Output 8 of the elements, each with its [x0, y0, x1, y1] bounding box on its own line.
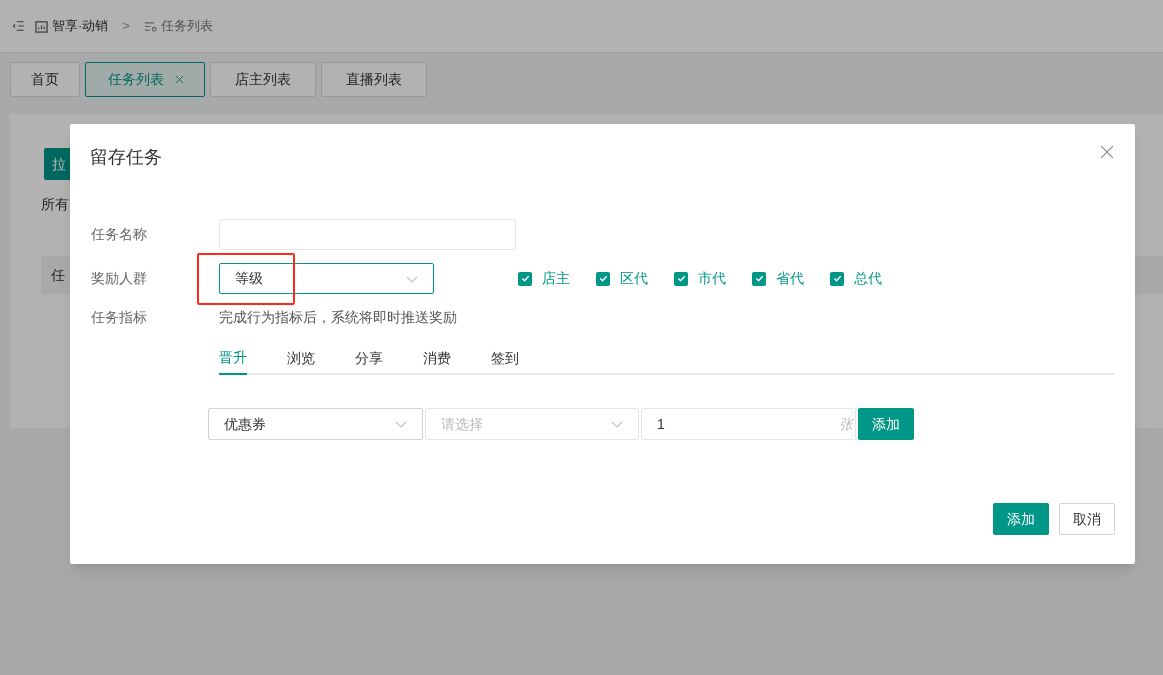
field-label: 任务指标: [91, 308, 148, 327]
hint-text: 完成行为指标后，系统将即时推送奖励: [219, 308, 457, 327]
breadcrumb-separator: >: [122, 17, 130, 36]
unit-label: 张: [839, 414, 853, 434]
field-label: 任务名称: [91, 225, 148, 244]
field-label: 奖励人群: [91, 269, 148, 288]
table-header-cell-text: 任: [51, 265, 65, 285]
dialog-title: 留存任务: [90, 146, 162, 169]
